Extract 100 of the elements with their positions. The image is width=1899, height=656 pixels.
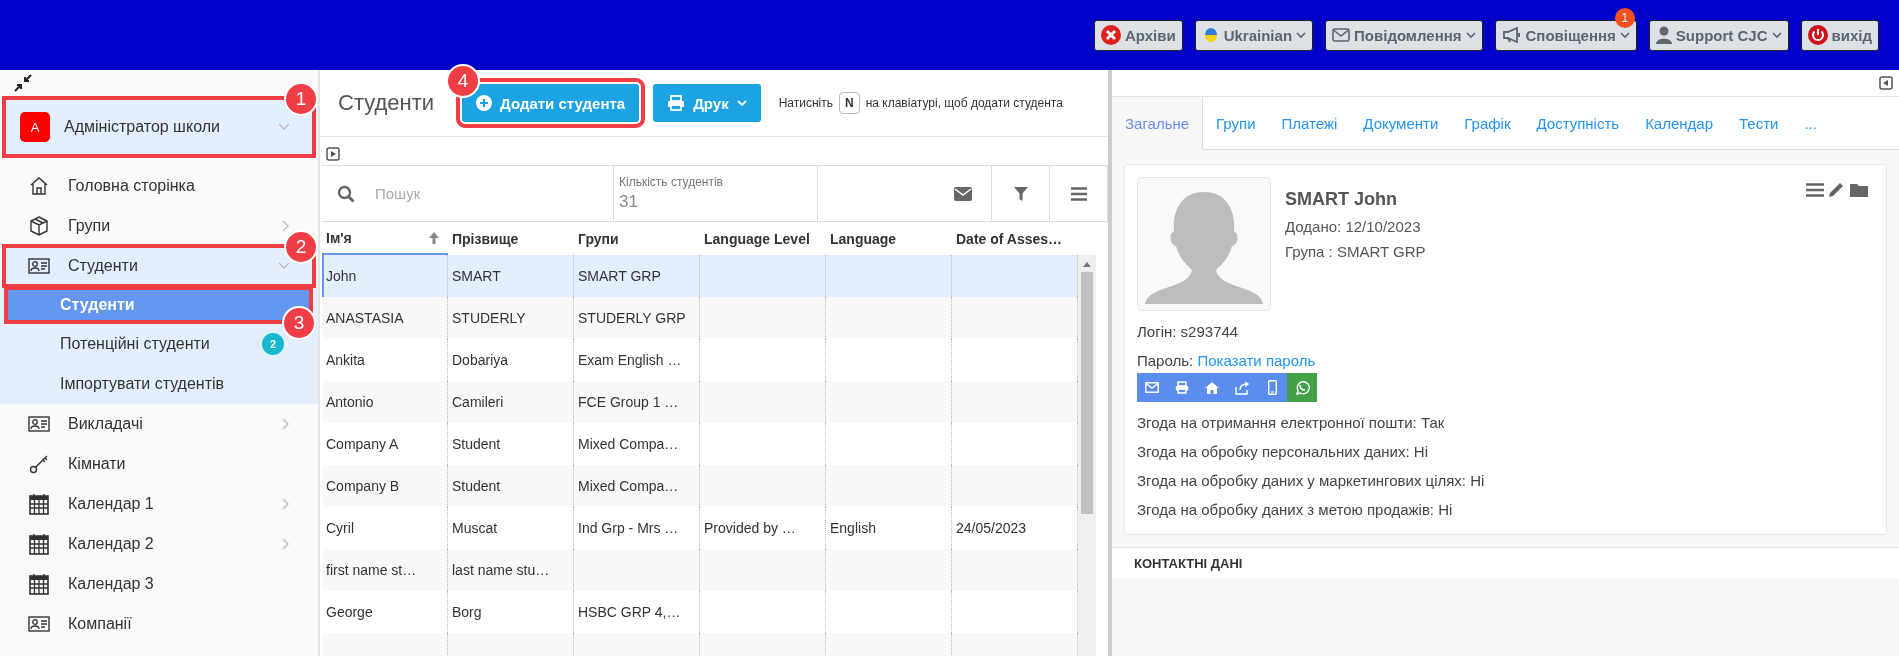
table-cell: FCE Group 1 …: [578, 394, 679, 410]
chevron-down-icon: [278, 123, 290, 131]
added-date: Додано: 12/10/2023: [1285, 218, 1422, 235]
count-label: Кількість студентів: [619, 175, 724, 189]
envelope-icon: [1332, 28, 1351, 42]
callout-badge: 2: [284, 230, 318, 264]
table-cell: ANASTASIA: [326, 310, 404, 326]
table-row[interactable]: ANASTASIA STUDERLY STUDERLY GRP: [322, 297, 1078, 339]
chevron-down-icon: [1465, 31, 1476, 39]
sidebar-item[interactable]: Календар 1: [4, 484, 314, 524]
top-bar-button[interactable]: Архіви: [1093, 19, 1183, 51]
calendar-icon: [29, 573, 49, 595]
collapse-panel-icon[interactable]: [1879, 76, 1893, 90]
envelope-icon: [953, 186, 972, 201]
key-icon: [29, 454, 49, 474]
table-cell: Student: [452, 478, 501, 494]
password-line: Пароль: Показати пароль: [1137, 352, 1317, 369]
chevron-down-icon: [736, 99, 747, 107]
scroll-up-icon[interactable]: [1082, 260, 1092, 268]
action-button[interactable]: [1257, 373, 1287, 402]
table-row[interactable]: Company B Student Mixed Compa…: [322, 465, 1078, 507]
table-row[interactable]: John SMART SMART GRP: [322, 255, 1078, 297]
table-cell: SMART: [452, 268, 501, 284]
top-bar-button[interactable]: Support CJC: [1648, 19, 1789, 51]
table-cell: Dobariya: [452, 352, 509, 368]
id-card-icon: [28, 416, 50, 432]
consent-text: Згода на отримання електронної пошти: Так: [1137, 414, 1446, 431]
expand-panel-icon[interactable]: [326, 147, 340, 161]
table-cell: Ankita: [326, 352, 365, 368]
chat-bubble-icon: [1294, 380, 1310, 395]
table-cell: Provided by …: [704, 520, 796, 536]
close-icon: [1100, 25, 1121, 45]
filter-icon: [1013, 186, 1028, 201]
column-header[interactable]: Date of Asses…: [952, 222, 1078, 255]
student-name: SMART John: [1285, 189, 1398, 210]
action-button[interactable]: [1287, 373, 1317, 402]
envelope-icon: [1145, 382, 1159, 393]
scrollbar[interactable]: [1078, 255, 1096, 656]
table-cell: Ind Grp - Mrs …: [578, 520, 679, 536]
table-row[interactable]: Antonio Camileri FCE Group 1 …: [322, 381, 1078, 423]
chevron-right-icon: [282, 418, 290, 430]
sidebar-subitem[interactable]: Імпортувати студентів: [0, 364, 318, 404]
column-header[interactable]: Прізвище: [448, 222, 574, 255]
table-cell: last name stu…: [452, 562, 550, 578]
avatar: A: [20, 112, 50, 142]
table-cell: SMART GRP: [578, 268, 661, 284]
user-icon: [1655, 26, 1672, 44]
sidebar-item[interactable]: Компанії: [4, 604, 314, 644]
id-card-icon: [28, 616, 50, 632]
top-bar-button[interactable]: Ukrainian: [1194, 19, 1314, 51]
column-header[interactable]: Групи: [574, 222, 700, 255]
top-bar-button[interactable]: Повідомлення: [1325, 19, 1483, 51]
house-icon: [1205, 381, 1219, 394]
count-value: 31: [619, 192, 639, 212]
chevron-down-icon: [278, 262, 290, 270]
sidebar-item[interactable]: Викладачі: [4, 404, 314, 444]
column-header[interactable]: Language: [826, 222, 952, 255]
chevron-down-icon: [1296, 31, 1307, 39]
keyboard-key: N: [839, 92, 860, 114]
pencil-icon[interactable]: [1828, 182, 1844, 198]
notification-badge: 1: [1614, 7, 1635, 28]
plus-circle-icon: [476, 95, 493, 111]
hint-text: на клавіатурі, щоб додати студента: [865, 96, 1063, 110]
table-row[interactable]: first name st… last name stu…: [322, 549, 1078, 591]
folder-icon[interactable]: [1850, 183, 1868, 197]
box-icon: [29, 216, 49, 236]
chevron-down-icon: [1771, 31, 1782, 39]
table-cell: Antonio: [326, 394, 374, 410]
chevron-right-icon: [282, 498, 290, 510]
table-cell: 24/05/2023: [956, 520, 1027, 536]
sidebar-item[interactable]: Головна сторінка: [4, 166, 314, 206]
calendar-icon: [29, 533, 49, 555]
list-icon[interactable]: [1806, 183, 1824, 197]
top-bar-button[interactable]: вихід: [1800, 19, 1879, 51]
calendar-icon: [29, 493, 49, 515]
action-button[interactable]: [1137, 373, 1167, 402]
sidebar-item[interactable]: Календар 2: [4, 524, 314, 564]
megaphone-icon: [1501, 27, 1522, 43]
sidebar-item[interactable]: Кімнати: [4, 444, 314, 484]
table-cell: Mixed Compa…: [578, 436, 679, 452]
page-title: Студенти: [338, 90, 435, 116]
consent-text: Згода на обробку даних у маркетингових цілях: Ні: [1137, 472, 1486, 489]
scrollbar-thumb[interactable]: [1081, 272, 1093, 514]
collapse-icon[interactable]: [14, 74, 32, 92]
table-cell: Borg: [452, 604, 482, 620]
power-icon: [1807, 25, 1828, 45]
table-cell: Student: [452, 436, 501, 452]
chevron-right-icon: [282, 538, 290, 550]
house-icon: [29, 176, 49, 196]
printer-icon: [667, 95, 686, 111]
chevron-down-icon: [1619, 31, 1630, 39]
sidebar-item[interactable]: Календар 3: [4, 564, 314, 604]
table-cell: STUDERLY GRP: [578, 310, 686, 326]
column-header[interactable]: Language Level: [700, 222, 826, 255]
table-cell: George: [326, 604, 373, 620]
callout-badge: 1: [284, 82, 318, 116]
id-card-icon: [28, 258, 50, 274]
consent-text: Згода на обробку даних з метою продажів: Ні: [1137, 501, 1454, 518]
table-cell: English: [830, 520, 876, 536]
count-badge: 2: [262, 333, 284, 355]
